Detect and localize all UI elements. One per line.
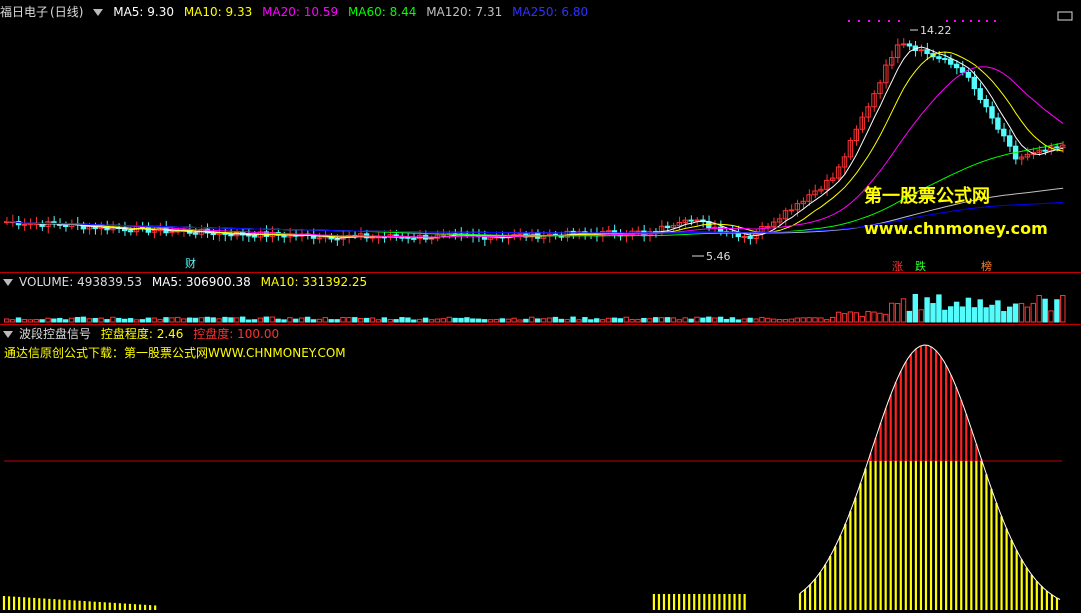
indicator-chart[interactable] xyxy=(0,0,1081,613)
